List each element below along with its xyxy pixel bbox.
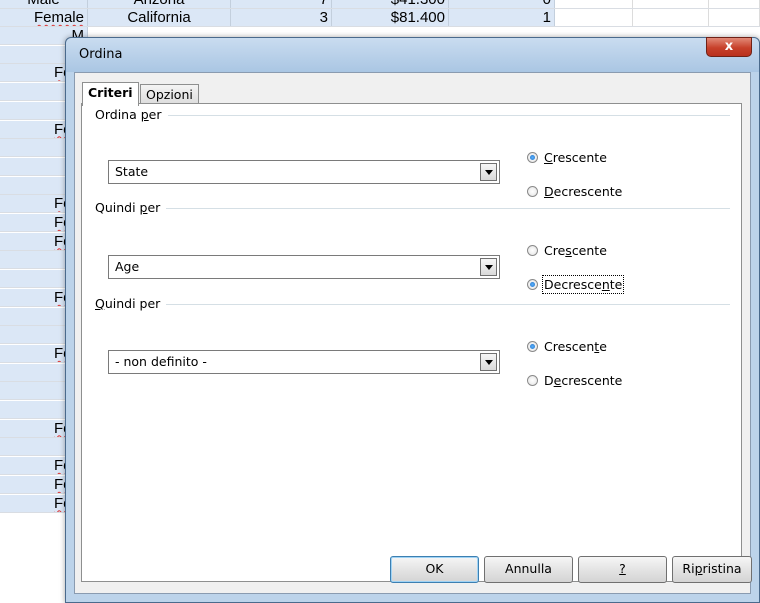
- cell-empty[interactable]: [709, 9, 760, 26]
- cell-empty[interactable]: [709, 0, 760, 8]
- sort-key-1-ascending-radio[interactable]: Crescente: [527, 149, 607, 165]
- reset-button[interactable]: Ripristina: [672, 556, 752, 583]
- radio-label: Decrescente: [541, 274, 625, 294]
- radio-dot-icon: [527, 374, 538, 386]
- cell-flag[interactable]: 1: [449, 9, 555, 26]
- cell-empty[interactable]: [633, 0, 709, 8]
- sort-key-1-label: Ordina per: [95, 107, 168, 122]
- label-text: Ordina: [95, 107, 141, 122]
- mnemonic: Q: [95, 296, 105, 311]
- tab-criteri[interactable]: Criteri: [82, 82, 139, 106]
- label-text: uindi per: [104, 296, 161, 311]
- cell-gender[interactable]: Male: [0, 0, 88, 8]
- help-button[interactable]: ?: [578, 556, 667, 583]
- dialog-client-area: Criteri Opzioni Ordina per State Crescen…: [74, 72, 752, 594]
- cell-state[interactable]: California: [88, 9, 231, 26]
- close-button[interactable]: x: [706, 37, 752, 57]
- cell-age[interactable]: 7: [231, 0, 332, 8]
- label-text: crescente: [561, 372, 623, 388]
- spreadsheet-row: Female California 3 $81.400 1: [0, 9, 760, 27]
- sort-key-2-select[interactable]: Age: [108, 255, 500, 279]
- label-text: Cre: [544, 242, 566, 258]
- cell-flag[interactable]: 0: [449, 0, 555, 8]
- label-text: Crescen: [544, 338, 595, 354]
- mnemonic: C: [544, 149, 553, 165]
- sort-key-2-label: Quindi per: [95, 200, 167, 215]
- label-text: ristina: [702, 561, 742, 576]
- label-text: Ri: [682, 561, 695, 576]
- dialog-title: Ordina: [79, 47, 123, 62]
- sort-key-3-ascending-radio[interactable]: Crescente: [527, 338, 607, 354]
- radio-dot-icon: [527, 185, 538, 197]
- sort-key-3-descending-radio[interactable]: Decrescente: [527, 372, 622, 388]
- label-text: ecrescente: [553, 183, 623, 199]
- sort-key-3-label: Quindi per: [95, 296, 167, 311]
- cell-gender[interactable]: Female: [0, 9, 88, 26]
- cell-income[interactable]: $41.300: [332, 0, 449, 8]
- mnemonic: p: [140, 107, 149, 122]
- dialog-titlebar[interactable]: Ordina x: [66, 37, 759, 72]
- select-value: State: [115, 164, 149, 179]
- cancel-button[interactable]: Annulla: [484, 556, 573, 583]
- label-text: D: [544, 372, 554, 388]
- group-separator: [95, 208, 730, 209]
- cell-income[interactable]: $81.400: [332, 9, 449, 26]
- mnemonic: n: [601, 276, 610, 292]
- sort-key-2-descending-radio[interactable]: Decrescente: [527, 274, 625, 294]
- sort-key-1-select[interactable]: State: [108, 160, 500, 184]
- cell-empty[interactable]: [555, 9, 633, 26]
- select-value: Age: [115, 259, 140, 274]
- cell-state[interactable]: Arizona: [88, 0, 231, 8]
- radio-dot-icon: [527, 340, 538, 352]
- radio-dot-icon: [527, 151, 538, 163]
- close-icon: x: [724, 39, 734, 54]
- sort-key-1-descending-radio[interactable]: Decrescente: [527, 183, 622, 199]
- label-text: Quindi: [95, 200, 140, 215]
- radio-dot-icon: [527, 278, 538, 290]
- group-separator: [95, 115, 730, 116]
- radio-label: Crescente: [544, 243, 607, 258]
- mnemonic: D: [544, 183, 554, 199]
- sort-key-3-select[interactable]: - non definito -: [108, 350, 500, 374]
- label-text: e: [599, 338, 607, 354]
- cell-gender-text: Female: [33, 9, 84, 26]
- chevron-down-icon[interactable]: [480, 163, 497, 181]
- label-text: cente: [571, 242, 607, 258]
- sort-dialog: Ordina x Criteri Opzioni Ordina per Stat…: [65, 37, 760, 603]
- mnemonic: p: [694, 561, 703, 576]
- tab-opzioni[interactable]: Opzioni: [140, 84, 199, 105]
- cell-empty[interactable]: [555, 0, 633, 8]
- radio-label: Crescente: [544, 339, 607, 354]
- label-text: Decresce: [544, 276, 602, 292]
- select-value: - non definito -: [115, 354, 207, 369]
- criteria-panel: Ordina per State Crescente Decrescente Q…: [81, 103, 742, 582]
- chevron-down-icon[interactable]: [480, 258, 497, 276]
- spreadsheet-row: Male Arizona 7 $41.300 0: [0, 0, 760, 9]
- label-text: rescente: [552, 149, 607, 165]
- label-text: er: [147, 200, 161, 215]
- label-text: te: [609, 276, 623, 292]
- help-label: ?: [619, 561, 626, 576]
- chevron-down-icon[interactable]: [480, 353, 497, 371]
- group-separator: [95, 304, 730, 305]
- radio-dot-icon: [527, 244, 538, 256]
- radio-label: Crescente: [544, 150, 607, 165]
- sort-key-2-ascending-radio[interactable]: Crescente: [527, 242, 607, 258]
- cell-age[interactable]: 3: [231, 9, 332, 26]
- radio-label: Decrescente: [544, 184, 622, 199]
- ok-button[interactable]: OK: [390, 556, 479, 583]
- label-text: er: [148, 107, 162, 122]
- radio-label: Decrescente: [544, 373, 622, 388]
- cell-empty[interactable]: [633, 9, 709, 26]
